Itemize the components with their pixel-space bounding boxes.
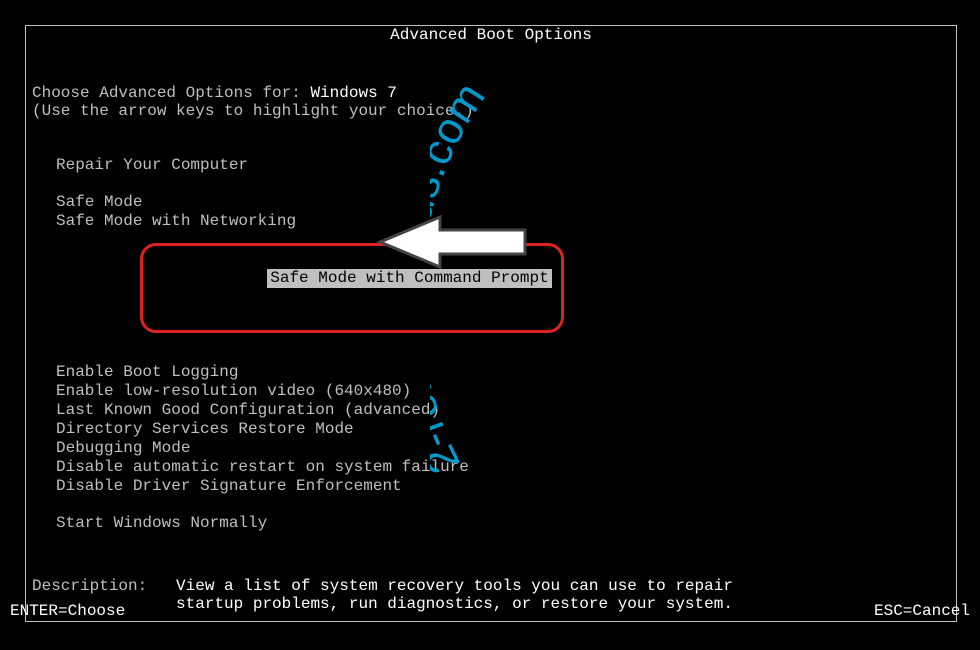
boot-options-frame: Advanced Boot Options Choose Advanced Op… (25, 25, 957, 622)
menu-item-repair[interactable]: Repair Your Computer (56, 156, 950, 175)
menu-item-safe-mode-networking[interactable]: Safe Mode with Networking (56, 212, 950, 231)
menu-item-start-normally[interactable]: Start Windows Normally (56, 514, 950, 533)
menu-group-safe: Safe Mode Safe Mode with Networking Safe… (56, 193, 950, 345)
highlight-circle-annotation (140, 243, 564, 333)
footer-bar: ENTER=Choose ESC=Cancel (0, 602, 980, 620)
menu-group-advanced: Enable Boot Logging Enable low-resolutio… (56, 363, 950, 496)
content-area: Choose Advanced Options for: Windows 7 (… (26, 44, 956, 613)
menu-item-disable-driver-sig[interactable]: Disable Driver Signature Enforcement (56, 477, 950, 496)
prompt-prefix: Choose Advanced Options for: (32, 84, 310, 102)
menu-item-low-res[interactable]: Enable low-resolution video (640x480) (56, 382, 950, 401)
window-title: Advanced Boot Options (384, 26, 598, 44)
menu-group-normal: Start Windows Normally (56, 514, 950, 533)
menu-item-safe-mode-cmd-label: Safe Mode with Command Prompt (267, 269, 551, 288)
menu-item-ds-restore[interactable]: Directory Services Restore Mode (56, 420, 950, 439)
menu-item-safe-mode-cmd[interactable]: Safe Mode with Command Prompt (56, 231, 950, 345)
menu-item-last-known-good[interactable]: Last Known Good Configuration (advanced) (56, 401, 950, 420)
os-name: Windows 7 (310, 84, 396, 102)
footer-enter-hint: ENTER=Choose (10, 602, 125, 620)
boot-menu[interactable]: Repair Your Computer Safe Mode Safe Mode… (56, 156, 950, 533)
menu-item-boot-logging[interactable]: Enable Boot Logging (56, 363, 950, 382)
footer-esc-hint: ESC=Cancel (874, 602, 970, 620)
menu-item-disable-auto-restart[interactable]: Disable automatic restart on system fail… (56, 458, 950, 477)
description-line-1: View a list of system recovery tools you… (176, 577, 733, 595)
hint-line: (Use the arrow keys to highlight your ch… (32, 102, 950, 120)
menu-item-safe-mode[interactable]: Safe Mode (56, 193, 950, 212)
prompt-line: Choose Advanced Options for: Windows 7 (32, 84, 950, 102)
menu-item-debugging[interactable]: Debugging Mode (56, 439, 950, 458)
